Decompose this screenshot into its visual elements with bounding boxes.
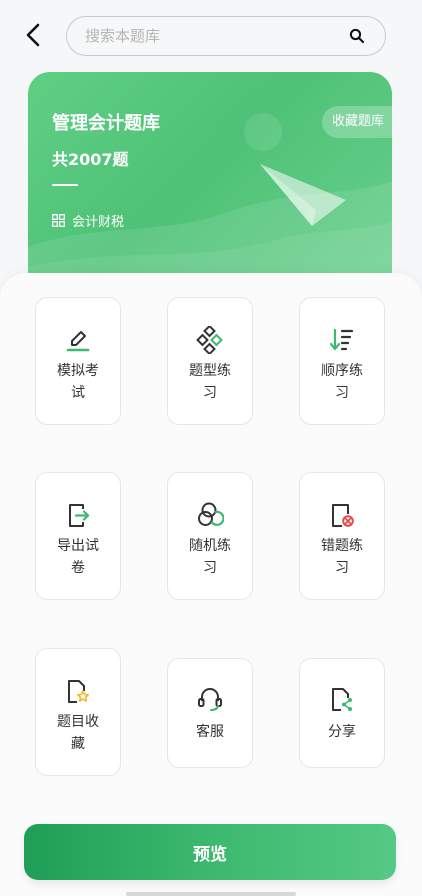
preview-button[interactable]: 预览 xyxy=(24,824,396,880)
tile-label: 导出试卷 xyxy=(57,538,99,576)
tile-favorite-questions[interactable]: 题目收藏 xyxy=(35,648,121,776)
tile-wrong-practice[interactable]: 错题练习 xyxy=(299,472,385,600)
top-bar xyxy=(0,0,422,70)
favorite-bank-button[interactable]: 收藏题库 xyxy=(321,106,392,138)
tile-label: 客服 xyxy=(196,724,224,740)
search-input[interactable] xyxy=(85,17,335,55)
tile-label: 分享 xyxy=(328,724,356,740)
share-doc-icon xyxy=(332,688,352,711)
diamonds-icon xyxy=(196,326,223,354)
tile-label: 顺序练习 xyxy=(321,363,363,401)
bank-title: 管理会计题库 xyxy=(52,113,160,134)
tile-label: 题目收藏 xyxy=(57,714,99,752)
tile-label: 模拟考试 xyxy=(57,363,99,401)
tile-label: 随机练习 xyxy=(189,538,231,576)
tile-label: 题型练习 xyxy=(189,363,231,401)
category-tag: 会计财税 xyxy=(52,211,124,230)
pencil-icon xyxy=(66,331,90,352)
tile-sequential-practice[interactable]: 顺序练习 xyxy=(299,297,385,425)
tile-random-practice[interactable]: 随机练习 xyxy=(167,472,253,600)
function-panel: 模拟考试 题型练习 顺序练习 导出试卷 随机练 习 错题练 习 题目收 藏 客服… xyxy=(0,273,422,896)
headset-icon xyxy=(198,688,222,711)
random-circles-icon xyxy=(198,502,224,526)
tile-label: 错题练习 xyxy=(321,538,363,576)
question-bank-banner: 管理会计题库 共2007题 会计财税 收藏题库 xyxy=(28,72,392,302)
tile-customer-service[interactable]: 客服 xyxy=(167,658,253,768)
grid-icon xyxy=(52,214,65,227)
wrong-doc-icon xyxy=(332,504,354,527)
search-icon[interactable] xyxy=(349,28,365,44)
question-count: 共2007题 xyxy=(52,150,129,169)
tile-share[interactable]: 分享 xyxy=(299,658,385,768)
sort-list-icon xyxy=(329,328,354,351)
tile-mock-exam[interactable]: 模拟考试 xyxy=(35,297,121,425)
tile-type-practice[interactable]: 题型练习 xyxy=(167,297,253,425)
back-arrow-icon[interactable] xyxy=(22,22,46,48)
export-doc-icon xyxy=(69,504,90,527)
star-doc-icon xyxy=(68,680,90,703)
divider xyxy=(52,184,78,186)
home-indicator xyxy=(126,892,296,896)
tile-export-paper[interactable]: 导出试卷 xyxy=(35,472,121,600)
category-label: 会计财税 xyxy=(72,215,125,230)
search-box[interactable] xyxy=(66,16,386,56)
